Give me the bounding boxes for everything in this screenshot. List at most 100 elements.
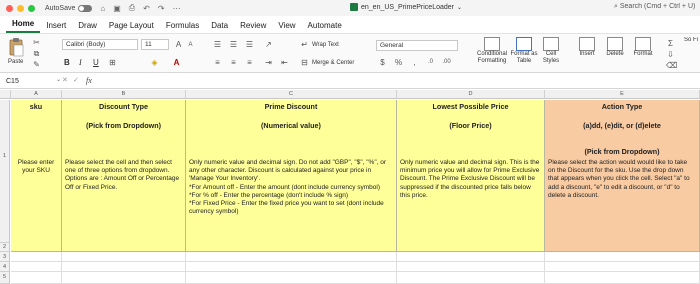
clear-icon[interactable]: ⌫ [666, 61, 677, 70]
name-box[interactable]: C15 [4, 76, 54, 87]
cell-d1[interactable]: Lowest Possible Price (Floor Price) Only… [397, 100, 545, 252]
tab-draw[interactable]: Draw [72, 21, 103, 33]
row-header-5[interactable]: 5 [0, 272, 10, 284]
italic-button[interactable]: I [79, 58, 82, 67]
column-header-b[interactable]: B [62, 90, 186, 99]
fx-button[interactable]: fx [86, 76, 92, 85]
more-icon[interactable]: ⋯ [173, 4, 181, 13]
tab-page-layout[interactable]: Page Layout [103, 21, 160, 33]
cut-icon[interactable]: ✂ [32, 38, 41, 47]
save-icon[interactable]: ▣ [113, 4, 121, 13]
conditional-formatting-button[interactable]: Conditional Formatting [474, 37, 510, 65]
name-box-chevron-icon[interactable]: ⌄ [56, 76, 61, 83]
column-header-a[interactable]: A [11, 90, 62, 99]
search-box[interactable]: ⌕ Search (Cmd + Ctrl + U) [614, 3, 700, 11]
cell-styles-button[interactable]: Cell Styles [540, 37, 562, 65]
column-header-c[interactable]: C [186, 90, 397, 99]
cell-e4[interactable] [545, 262, 700, 272]
tab-review[interactable]: Review [234, 21, 272, 33]
autosum-icon[interactable]: Σ [666, 39, 675, 48]
underline-button[interactable]: U [93, 58, 99, 67]
confirm-formula-icon[interactable]: ✓ [73, 76, 79, 84]
cell-d5[interactable] [397, 272, 545, 284]
tab-data[interactable]: Data [205, 21, 234, 33]
percent-icon[interactable]: % [394, 58, 403, 67]
cell-b5[interactable] [62, 272, 186, 284]
paste-icon[interactable] [8, 37, 24, 57]
tab-insert[interactable]: Insert [40, 21, 72, 33]
align-right-icon[interactable]: ≡ [245, 58, 254, 67]
cell-d4[interactable] [397, 262, 545, 272]
cell-a4[interactable] [11, 262, 62, 272]
increase-decimal-icon[interactable]: .0 [426, 58, 435, 67]
cell-e1[interactable]: Action Type (a)dd, (e)dit, or (d)elete (… [545, 100, 700, 252]
column-header-d[interactable]: D [397, 90, 545, 99]
format-painter-icon[interactable]: ✎ [32, 60, 41, 69]
decrease-decimal-icon[interactable]: .00 [442, 58, 451, 67]
cell-e3[interactable] [545, 252, 700, 262]
sort-filter-button[interactable]: So Fi [684, 37, 700, 44]
tab-formulas[interactable]: Formulas [160, 21, 205, 33]
minimize-window-button[interactable] [17, 4, 24, 12]
close-window-button[interactable] [6, 4, 13, 12]
font-color-icon[interactable]: A [172, 58, 181, 67]
zoom-window-button[interactable] [28, 4, 35, 12]
indent-icon[interactable]: ⇥ [264, 58, 273, 67]
font-family-select[interactable]: Calibri (Body) [62, 39, 138, 50]
font-size-select[interactable]: 11 [141, 39, 169, 50]
paste-button[interactable]: Paste [8, 59, 23, 65]
align-top-icon[interactable]: ☰ [213, 40, 222, 49]
row-header-4[interactable]: 4 [0, 262, 10, 272]
comma-style-icon[interactable]: , [410, 58, 419, 67]
decrease-font-icon[interactable]: A [186, 41, 195, 50]
currency-icon[interactable]: $ [378, 58, 387, 67]
column-header-e[interactable]: E [545, 90, 700, 99]
delete-button[interactable]: Delete [604, 37, 626, 58]
align-center-icon[interactable]: ≡ [229, 58, 238, 67]
align-bottom-icon[interactable]: ☰ [245, 40, 254, 49]
tab-home[interactable]: Home [6, 19, 41, 33]
cell-b1[interactable]: Discount Type (Pick from Dropdown) Pleas… [62, 100, 186, 252]
tab-automate[interactable]: Automate [302, 21, 348, 33]
tab-view[interactable]: View [272, 21, 301, 33]
cancel-formula-icon[interactable]: ✕ [62, 76, 68, 84]
insert-button[interactable]: Insert [576, 37, 598, 58]
select-all-corner[interactable] [0, 90, 11, 99]
row-header-3[interactable]: 3 [0, 252, 10, 262]
fill-icon[interactable]: ⇩ [666, 50, 675, 59]
redo-icon[interactable]: ↷ [158, 4, 165, 13]
home-icon[interactable]: ⌂ [100, 4, 105, 13]
align-left-icon[interactable]: ≡ [213, 58, 222, 67]
outdent-icon[interactable]: ⇤ [280, 58, 289, 67]
cell-e5[interactable] [545, 272, 700, 284]
merge-center-button[interactable]: ⊟ Merge & Center [300, 58, 354, 67]
cell-a1[interactable]: sku Please enter your SKU [11, 100, 62, 252]
align-middle-icon[interactable]: ☰ [229, 40, 238, 49]
formula-input[interactable] [100, 76, 696, 87]
increase-font-icon[interactable]: A [174, 40, 183, 49]
borders-icon[interactable]: ⊞ [108, 58, 117, 67]
row-header-1[interactable]: 1 [0, 100, 10, 243]
format-as-table-button[interactable]: Format as Table [510, 37, 538, 65]
cell-b3[interactable] [62, 252, 186, 262]
copy-icon[interactable]: ⧉ [32, 49, 41, 58]
orientation-icon[interactable]: ↗ [264, 40, 273, 49]
cell-a3[interactable] [11, 252, 62, 262]
row-header-2[interactable]: 2 [0, 243, 10, 252]
print-icon[interactable]: ⎙ [129, 3, 135, 13]
cell-c5[interactable] [186, 272, 397, 284]
number-format-select[interactable]: General [376, 40, 458, 51]
wrap-text-button[interactable]: ↵ Wrap Text [300, 40, 339, 49]
autosave-toggle[interactable] [78, 4, 93, 12]
cell-c1[interactable]: Prime Discount (Numerical value) Only nu… [186, 100, 397, 252]
cell-d3[interactable] [397, 252, 545, 262]
chevron-down-icon[interactable]: ⌄ [457, 4, 462, 11]
cell-c4[interactable] [186, 262, 397, 272]
cell-a5[interactable] [11, 272, 62, 284]
undo-icon[interactable]: ↶ [143, 4, 150, 13]
bold-button[interactable]: B [64, 58, 70, 67]
cell-c3[interactable] [186, 252, 397, 262]
cell-b4[interactable] [62, 262, 186, 272]
fill-color-icon[interactable]: ◈ [150, 58, 159, 67]
format-button[interactable]: Format [632, 37, 654, 58]
